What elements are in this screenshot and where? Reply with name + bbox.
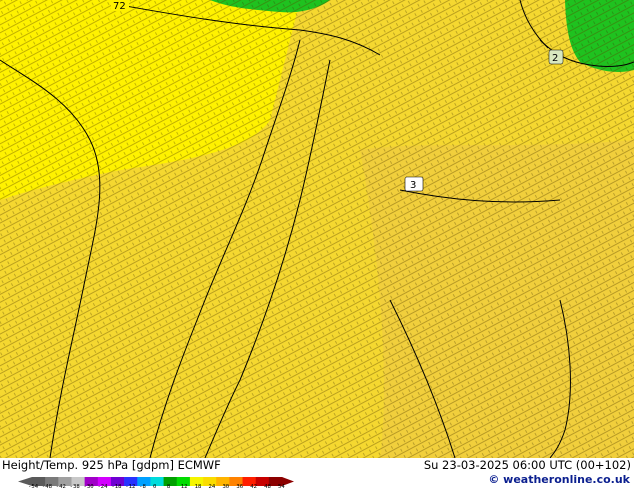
- colorbar-tick-label: -38: [69, 484, 80, 490]
- colorbar-tick-label: 18: [194, 484, 202, 490]
- colorbar-tick-label: 24: [208, 484, 216, 490]
- colorbar-tick-label: -8: [139, 484, 146, 490]
- colorbar-tick-label: 36: [236, 484, 244, 490]
- colorbar-tick-label: 12: [180, 484, 188, 490]
- colorbar-tick-label: -30: [83, 484, 94, 490]
- contour-value-text: 3: [410, 180, 416, 191]
- contour-label-3: 2: [548, 49, 564, 65]
- colorbar-tick-label: -48: [41, 484, 52, 490]
- colorbar-tick-label: 42: [250, 484, 257, 490]
- weather-map: 72 3 2: [0, 0, 634, 458]
- colorbar-tick-label: -18: [111, 484, 122, 490]
- colorbar-tick-label: -12: [125, 484, 136, 490]
- colorbar-tick-label: -54: [28, 484, 39, 490]
- colorbar-tick-label: 30: [222, 484, 230, 490]
- map-canvas: 72 3 2: [0, 0, 634, 458]
- colorbar-tick-label: 8: [166, 484, 171, 490]
- map-title: Height/Temp. 925 hPa [gdpm] ECMWF: [2, 458, 221, 472]
- map-footer: Height/Temp. 925 hPa [gdpm] ECMWF Su 23-…: [0, 458, 634, 490]
- colorbar-tick-label: 54: [278, 484, 285, 490]
- contour-label-1: 72: [111, 0, 129, 12]
- contour-label-2: 3: [404, 176, 424, 192]
- valid-time: Su 23-03-2025 06:00 UTC (00+102): [423, 458, 631, 472]
- credit-link[interactable]: © weatheronline.co.uk: [488, 473, 630, 486]
- contour-value-text: 2: [552, 53, 558, 64]
- colorbar-tick-label: 0: [153, 484, 157, 490]
- contour-value-text: 72: [113, 1, 126, 12]
- colorbar-tick-label: -24: [97, 484, 108, 490]
- colorbar-tick-label: -42: [55, 484, 66, 490]
- colorbar-tick-label: 48: [264, 484, 271, 490]
- color-legend: -54 -48 -42 -38 -30 -24 -18 -12 -8 0 8 12 18 24 30 36 42…: [18, 472, 294, 490]
